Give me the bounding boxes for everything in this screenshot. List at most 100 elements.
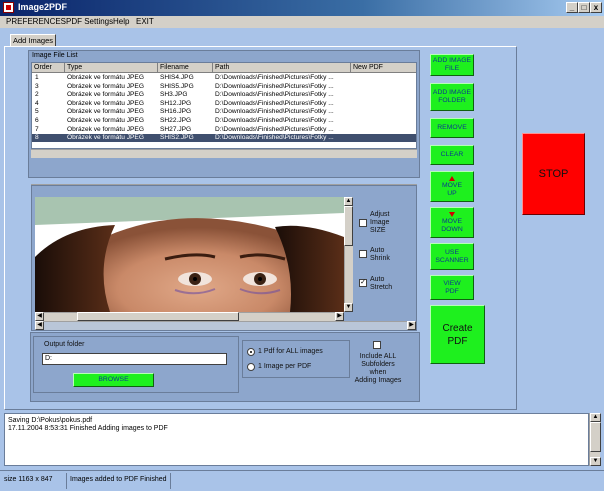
add-image-folder-label-2: FOLDER [438,97,466,104]
preview-vscroll-thumb[interactable] [344,206,353,246]
add-image-file-label-2: FILE [444,65,460,72]
move-down-button[interactable]: MOVE DOWN [430,207,474,238]
log-line: Saving D:\Pokus\pokus.pdf [8,417,93,424]
menu-exit[interactable]: EXIT [136,17,154,26]
list-item[interactable]: 1 Obrázek ve formátu JPEG SHIS4.JPG D:\Down… [32,74,416,82]
auto-shrink-checkbox[interactable] [359,250,367,258]
preview-hscroll-thumb[interactable] [77,312,239,321]
row-type: Obrázek ve formátu JPEG [67,134,144,142]
remove-button[interactable]: REMOVE [430,118,474,138]
scroll-right-icon[interactable]: ▶ [335,312,344,321]
auto-stretch-checkbox[interactable]: ✓ [359,279,367,287]
shrink-label-2: Shrink [370,255,390,262]
radio-image-per-pdf[interactable] [247,363,255,371]
view-pdf-label-2: PDF [445,287,459,295]
include-subfolders-label: Include ALL Subfolders when Adding Image… [353,353,403,385]
adjust-label-3: SIZE [370,227,386,234]
column-order[interactable]: Order [32,63,65,73]
add-image-file-button[interactable]: ADD IMAGE FILE [430,54,474,76]
outer-hscroll[interactable]: ◀ ▶ [35,321,416,330]
scroll-left-icon[interactable]: ◀ [35,312,44,321]
adjust-size-checkbox[interactable] [359,219,367,227]
minimize-button[interactable]: _ [566,2,578,13]
row-filename: SH27.JPG [160,125,192,133]
list-item[interactable]: 5 Obrázek ve formátu JPEG SH16.JPG D:\Downl… [32,108,416,116]
include-sub-label-2: Subfolders when [361,361,395,376]
row-filename: SH3.JPG [160,91,188,99]
log-box[interactable]: Saving D:\Pokus\pokus.pdf 17.11.2004 8:5… [4,413,589,466]
app-icon [3,2,14,13]
row-order: 2 [35,91,39,99]
row-path: D:\Downloads\Finished\Pictures\Fotky ... [215,108,334,116]
preview-hscroll[interactable]: ◀ ▶ [35,312,344,321]
row-order: 4 [35,99,39,107]
create-pdf-button[interactable]: Create PDF [430,305,485,364]
log-scroll-down-icon[interactable]: ▼ [590,457,601,466]
include-subfolders-checkbox[interactable] [373,341,381,349]
stretch-label-1: Auto [370,276,385,283]
scroll-up-icon[interactable]: ▲ [344,197,353,206]
arrow-down-icon [449,211,455,217]
list-scrollbar[interactable] [31,149,417,158]
log-scroll-up-icon[interactable]: ▲ [590,413,601,422]
browse-button[interactable]: BROWSE [73,373,154,387]
list-header: Order Type Filename Path New PDF [32,63,416,73]
row-order: 1 [35,74,39,81]
move-up-button[interactable]: MOVE UP [430,171,474,202]
row-path: D:\Downloads\Finished\Pictures\Fotky ... [215,125,334,133]
list-item[interactable]: 6 Obrázek ve formátu JPEG SH22.JPG D:\Downl… [32,117,416,125]
image-file-list-title: Image File List [29,51,419,60]
scroll-down-icon[interactable]: ▼ [344,303,353,312]
image-preview [35,197,344,312]
column-path[interactable]: Path [213,63,351,73]
list-item[interactable]: 7 Obrázek ve formátu JPEG SH27.JPG D:\Downl… [32,126,416,134]
maximize-button[interactable]: □ [578,2,590,13]
use-scanner-label-2: SCANNER [435,256,469,264]
row-path: D:\Downloads\Finished\Pictures\Fotky ... [215,134,334,142]
stop-button[interactable]: STOP [522,133,585,215]
adjust-label-1: Adjust [370,211,390,218]
add-image-folder-button[interactable]: ADD IMAGE FOLDER [430,83,474,111]
preview-vscroll[interactable]: ▲ ▼ [344,197,353,312]
auto-shrink-label: Auto Shrink [370,247,390,263]
log-scrollbar[interactable]: ▲ ▼ [589,413,601,466]
create-pdf-label-1: Create [442,322,473,334]
list-item[interactable]: 4 Obrázek ve formátu JPEG SH12.JPG D:\Downl… [32,100,416,108]
outer-scroll-left-icon[interactable]: ◀ [35,321,44,330]
close-button[interactable]: x [590,2,602,13]
list-item[interactable]: 2 Obrázek ve formátu JPEG SH3.JPG D:\Downlo… [32,91,416,99]
status-message: Images added to PDF Finished [70,476,167,483]
include-sub-label-3: Adding Images [354,377,402,384]
column-new-pdf[interactable]: New PDF [351,63,416,73]
outer-scroll-right-icon[interactable]: ▶ [407,321,416,330]
row-type: Obrázek ve formátu JPEG [67,108,144,116]
output-folder-input[interactable]: D: [42,353,227,365]
row-type: Obrázek ve formátu JPEG [67,99,144,107]
row-path: D:\Downloads\Finished\Pictures\Fotky ... [215,74,334,81]
row-order: 7 [35,125,39,133]
clear-button[interactable]: CLEAR [430,145,474,165]
list-item[interactable]: 3 Obrázek ve formátu JPEG SHIS5.JPG D:\Down… [32,83,416,91]
view-pdf-label-1: VIEW [443,279,461,287]
auto-stretch-label: Auto Stretch [370,276,392,292]
column-filename[interactable]: Filename [158,63,213,73]
radio-one-pdf-all-label: 1 Pdf for ALL images [258,348,323,355]
row-type: Obrázek ve formátu JPEG [67,91,144,99]
use-scanner-button[interactable]: USE SCANNER [430,243,474,270]
view-pdf-button[interactable]: VIEW PDF [430,275,474,300]
row-order: 3 [35,82,39,90]
row-filename: SH16.JPG [160,108,192,116]
image-file-list[interactable]: Order Type Filename Path New PDF 1 Obráze… [31,62,417,149]
portrait-photo [35,197,344,312]
move-up-label-1: MOVE [441,181,462,189]
row-path: D:\Downloads\Finished\Pictures\Fotky ... [215,82,334,90]
log-scroll-thumb[interactable] [590,422,601,452]
column-type[interactable]: Type [65,63,158,73]
menu-help[interactable]: Help [113,17,129,26]
row-type: Obrázek ve formátu JPEG [67,125,144,133]
window-title: Image2PDF [18,2,68,12]
radio-one-pdf-all[interactable] [247,348,255,356]
list-item[interactable]: 8 Obrázek ve formátu JPEG SHIS2.JPG D:\Down… [32,134,416,143]
menu-preferences[interactable]: PREFERENCES [6,17,66,26]
menu-pdf-settings[interactable]: PDF Settings [66,17,113,26]
